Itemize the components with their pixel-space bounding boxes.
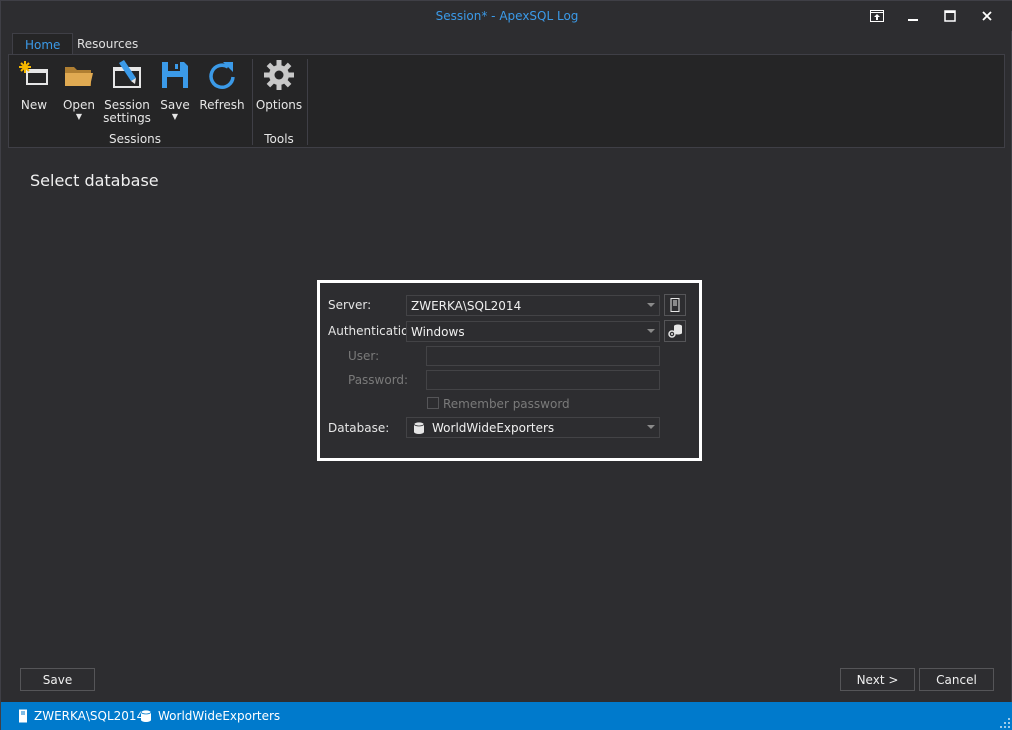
status-database-text: WorldWideExporters	[158, 709, 281, 723]
server-label: Server:	[328, 298, 372, 312]
tools-group-label: Tools	[264, 132, 294, 146]
database-combobox[interactable]: WorldWideExporters	[406, 417, 660, 438]
server-combobox[interactable]: ZWERKA\SQL2014	[406, 295, 660, 316]
open-button[interactable]: Open ▼	[63, 59, 95, 121]
server-browse-button[interactable]	[664, 294, 686, 316]
database-settings-icon	[668, 324, 682, 338]
maximize-button[interactable]	[937, 5, 963, 27]
sessions-group-label: Sessions	[109, 132, 162, 146]
floppy-icon	[162, 62, 188, 88]
password-label: Password:	[348, 373, 409, 387]
save-button[interactable]: Save	[20, 668, 95, 691]
next-button[interactable]: Next >	[840, 668, 915, 691]
title-bar: Session* - ApexSQL Log	[1, 1, 1012, 31]
remember-password-label: Remember password	[443, 397, 570, 411]
chevron-down-icon	[647, 303, 655, 307]
server-value: ZWERKA\SQL2014	[411, 298, 522, 313]
close-button[interactable]	[974, 5, 1000, 27]
user-input[interactable]	[426, 346, 660, 366]
page-title: Select database	[30, 171, 159, 190]
options-label: Options	[255, 98, 303, 112]
window-title: Session* - ApexSQL Log	[435, 9, 579, 23]
tab-resources[interactable]: Resources	[65, 33, 150, 55]
status-server: ZWERKA\SQL2014	[18, 709, 144, 723]
user-label: User:	[348, 349, 380, 363]
status-bar: ZWERKA\SQL2014 WorldWideExporters	[1, 702, 1012, 730]
session-settings-icon	[113, 60, 141, 88]
database-icon	[413, 421, 425, 434]
status-database: WorldWideExporters	[140, 709, 280, 723]
refresh-button[interactable]: Refresh	[199, 59, 245, 112]
session-settings-button[interactable]: Session settings	[103, 59, 151, 125]
close-icon	[982, 11, 992, 21]
save-ribbon-button[interactable]: Save ▼	[159, 59, 191, 121]
maximize-icon	[944, 10, 956, 22]
minimize-button[interactable]	[900, 5, 926, 27]
open-label: Open	[62, 98, 96, 112]
cancel-button[interactable]: Cancel	[919, 668, 994, 691]
database-icon	[140, 709, 152, 722]
database-settings-button[interactable]	[664, 320, 686, 342]
resize-grip-icon[interactable]	[1000, 718, 1010, 728]
new-label: New	[20, 98, 48, 112]
status-server-text: ZWERKA\SQL2014	[34, 709, 145, 723]
restore-to-tray-icon	[870, 10, 884, 22]
gear-icon	[264, 60, 294, 90]
minimize-icon	[908, 19, 918, 21]
chevron-down-icon	[647, 329, 655, 333]
connection-panel: Server: ZWERKA\SQL2014 Authentication: W…	[317, 280, 702, 461]
server-icon	[19, 709, 27, 723]
save-ribbon-label: Save	[160, 98, 190, 112]
password-input[interactable]	[426, 370, 660, 390]
ribbon-group-separator	[252, 59, 253, 145]
new-button[interactable]: New	[18, 59, 50, 112]
database-value: WorldWideExporters	[432, 420, 555, 435]
authentication-value: Windows	[411, 324, 465, 339]
open-dropdown-icon: ▼	[75, 112, 83, 121]
server-icon	[670, 298, 680, 312]
session-settings-label-2: settings	[103, 111, 151, 125]
chevron-down-icon	[647, 425, 655, 429]
database-label: Database:	[328, 421, 390, 435]
ribbon-panel: New Open ▼ Session settings Save ▼ Refre…	[8, 54, 1005, 148]
restore-to-tray-button[interactable]	[864, 5, 890, 27]
refresh-label: Refresh	[199, 98, 245, 112]
ribbon-group-separator	[307, 59, 308, 145]
folder-icon	[65, 67, 93, 86]
refresh-icon	[209, 62, 235, 89]
remember-password-checkbox[interactable]	[427, 397, 439, 409]
new-session-icon	[19, 61, 48, 85]
options-button[interactable]: Options	[255, 59, 303, 112]
save-dropdown-icon: ▼	[171, 112, 179, 121]
application-window: Session* - ApexSQL Log Home Resources Ne…	[0, 0, 1012, 730]
authentication-combobox[interactable]: Windows	[406, 321, 660, 342]
